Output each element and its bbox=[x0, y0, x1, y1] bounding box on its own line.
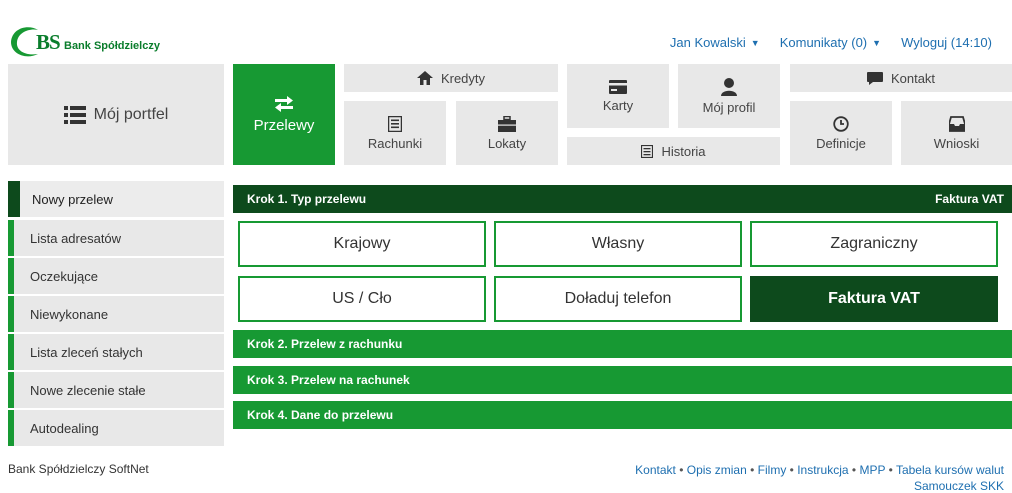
sidebar-item-label: Autodealing bbox=[30, 420, 99, 436]
caret-down-icon: ▼ bbox=[750, 38, 760, 48]
ledger-icon bbox=[388, 115, 402, 132]
user-name: Jan Kowalski bbox=[669, 35, 746, 50]
footer-link-manual[interactable]: Instrukcja bbox=[797, 463, 848, 477]
footer-link-mpp[interactable]: MPP bbox=[859, 463, 885, 477]
sidebar-item-label: Nowy przelew bbox=[32, 191, 113, 207]
tile-profile-label: Mój profil bbox=[702, 99, 756, 115]
footer-link-changelog[interactable]: Opis zmian bbox=[687, 463, 747, 477]
user-menu[interactable]: Jan Kowalski ▼ bbox=[670, 35, 760, 50]
option-vat-invoice-button[interactable]: Faktura VAT bbox=[750, 276, 998, 322]
sidebar-item-label: Lista zleceń stałych bbox=[30, 344, 143, 360]
inbox-icon bbox=[948, 115, 965, 132]
caret-down-icon: ▼ bbox=[872, 38, 882, 48]
tile-history-label: Historia bbox=[661, 143, 706, 159]
sidebar-item-pending[interactable]: Oczekujące bbox=[8, 258, 224, 294]
separator-dot: • bbox=[789, 463, 794, 477]
logout-link[interactable]: Wyloguj (14:10) bbox=[901, 35, 992, 50]
step-1-selected-type: Faktura VAT bbox=[935, 192, 1004, 206]
sidebar-item-new-standing-order[interactable]: Nowe zlecenie stałe bbox=[8, 372, 224, 408]
sidebar-item-standing-orders[interactable]: Lista zleceń stałych bbox=[8, 334, 224, 370]
bank-logo[interactable]: BS Bank Spółdzielczy bbox=[8, 24, 178, 60]
sidebar-item-new-transfer[interactable]: Nowy przelew bbox=[8, 181, 224, 217]
separator-dot: • bbox=[888, 463, 893, 477]
sidebar-item-recipients[interactable]: Lista adresatów bbox=[8, 220, 224, 256]
footer-link-skk-tutorial[interactable]: Samouczek SKK bbox=[914, 479, 1004, 493]
separator-dot: • bbox=[851, 463, 857, 477]
option-us-clo-button[interactable]: US / Cło bbox=[238, 276, 486, 322]
tile-accounts[interactable]: Rachunki bbox=[344, 101, 446, 165]
document-icon bbox=[641, 144, 654, 158]
tile-accounts-label: Rachunki bbox=[367, 135, 423, 151]
tile-history[interactable]: Historia bbox=[567, 137, 780, 165]
tile-requests-label: Wnioski bbox=[933, 135, 980, 151]
messages-menu[interactable]: Komunikaty (0) ▼ bbox=[780, 35, 881, 50]
step-2-header[interactable]: Krok 2. Przelew z rachunku bbox=[233, 330, 1012, 358]
step-1-title: Krok 1. Typ przelewu bbox=[247, 192, 367, 206]
option-foreign-button[interactable]: Zagraniczny bbox=[750, 221, 998, 267]
logo-letters: BS bbox=[36, 30, 61, 54]
footer-link-exchange-rates[interactable]: Tabela kursów walut bbox=[896, 463, 1004, 477]
option-own-button[interactable]: Własny bbox=[494, 221, 742, 267]
tile-credits-label: Kredyty bbox=[440, 70, 486, 86]
tile-definitions-label: Definicje bbox=[816, 135, 866, 151]
sidebar-item-autodealing[interactable]: Autodealing bbox=[8, 410, 224, 446]
sidebar-item-label: Lista adresatów bbox=[30, 230, 122, 246]
separator-dot: • bbox=[679, 463, 684, 477]
step-4-header[interactable]: Krok 4. Dane do przelewu bbox=[233, 401, 1012, 429]
bank-name: Bank Spółdzielczy bbox=[64, 40, 160, 52]
step-4-title: Krok 4. Dane do przelewu bbox=[247, 408, 394, 422]
footer-links: Kontakt • Opis zmian • Filmy • Instrukcj… bbox=[574, 462, 1004, 493]
tile-deposits-label: Lokaty bbox=[487, 135, 527, 151]
sidebar-item-label: Oczekujące bbox=[30, 268, 98, 284]
footer-link-videos[interactable]: Filmy bbox=[758, 463, 787, 477]
tile-cards[interactable]: Karty bbox=[567, 64, 669, 128]
tile-transfers[interactable]: Przelewy bbox=[233, 64, 335, 165]
separator-dot: • bbox=[750, 463, 755, 477]
transfer-arrows-icon bbox=[275, 96, 293, 112]
sidebar-item-label: Nowe zlecenie stałe bbox=[30, 382, 146, 398]
tile-contact[interactable]: Kontakt bbox=[790, 64, 1012, 92]
step-2-title: Krok 2. Przelew z rachunku bbox=[247, 337, 403, 351]
top-navigation: Jan Kowalski ▼ Komunikaty (0) ▼ Wyloguj (1… bbox=[670, 35, 992, 50]
step-3-title: Krok 3. Przelew na rachunek bbox=[247, 373, 410, 387]
tile-contact-label: Kontakt bbox=[890, 70, 936, 86]
tile-cards-label: Karty bbox=[602, 97, 634, 113]
tile-profile[interactable]: Mój profil bbox=[678, 64, 780, 128]
sidebar-item-label: Niewykonane bbox=[30, 306, 109, 322]
list-icon bbox=[63, 105, 86, 124]
footer-link-contact[interactable]: Kontakt bbox=[635, 463, 676, 477]
tile-portfolio[interactable]: Mój portfel bbox=[8, 64, 224, 165]
tile-credits[interactable]: Kredyty bbox=[344, 64, 558, 92]
tile-deposits[interactable]: Lokaty bbox=[456, 101, 558, 165]
messages-label: Komunikaty (0) bbox=[779, 35, 868, 50]
tile-requests[interactable]: Wnioski bbox=[901, 101, 1012, 165]
tile-transfers-label: Przelewy bbox=[253, 117, 315, 134]
chat-icon bbox=[866, 71, 883, 85]
option-phone-topup-button[interactable]: Doładuj telefon bbox=[494, 276, 742, 322]
home-icon bbox=[416, 71, 433, 85]
clock-icon bbox=[833, 115, 849, 132]
footer-copyright: Bank Spółdzielczy SoftNet bbox=[8, 462, 149, 476]
user-icon bbox=[721, 77, 737, 96]
step-3-header[interactable]: Krok 3. Przelew na rachunek bbox=[233, 366, 1012, 394]
briefcase-icon bbox=[498, 115, 516, 132]
tile-portfolio-label: Mój portfel bbox=[93, 105, 169, 123]
option-domestic-button[interactable]: Krajowy bbox=[238, 221, 486, 267]
tile-definitions[interactable]: Definicje bbox=[790, 101, 892, 165]
step-1-header[interactable]: Krok 1. Typ przelewu Faktura VAT bbox=[233, 185, 1012, 213]
sidebar-item-failed[interactable]: Niewykonane bbox=[8, 296, 224, 332]
credit-card-icon bbox=[609, 79, 627, 94]
